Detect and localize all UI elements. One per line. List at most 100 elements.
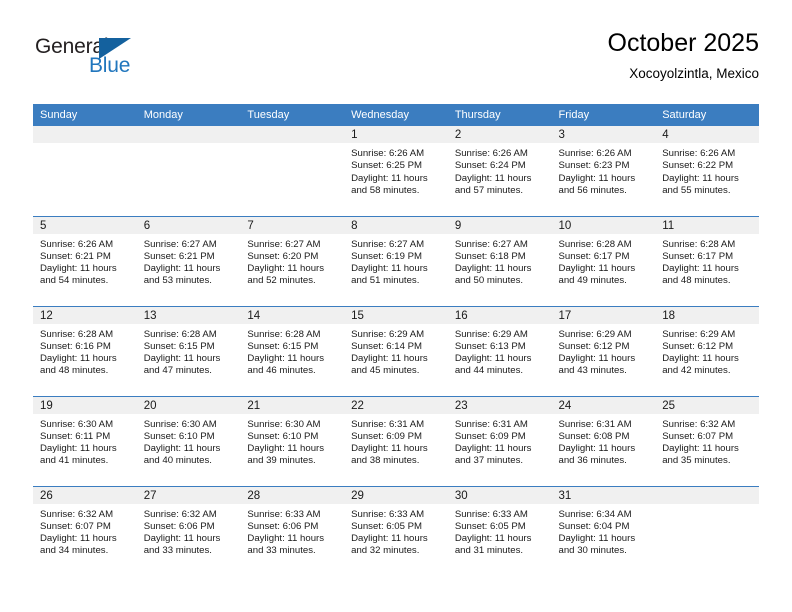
calendar-day-cell[interactable]: 22 Sunrise: 6:31 AM Sunset: 6:09 PM Dayligh… (344, 395, 448, 486)
daylight-text-line1: Daylight: 11 hours (143, 263, 221, 275)
calendar-week-row: 19 Sunrise: 6:30 AM Sunset: 6:11 PM Dayligh… (33, 395, 759, 486)
daylight-text-line1: Daylight: 11 hours (558, 263, 636, 275)
sunset-text: Sunset: 6:05 PM (351, 520, 423, 532)
calendar-day-cell[interactable]: 5 Sunrise: 6:26 AM Sunset: 6:21 PM Daylight… (33, 215, 137, 306)
sunset-text: Sunset: 6:07 PM (40, 520, 111, 532)
calendar-week-row: 26 Sunrise: 6:32 AM Sunset: 6:07 PM Dayligh… (33, 485, 759, 576)
calendar-day-cell[interactable]: 25 Sunrise: 6:32 AM Sunset: 6:07 PM Dayligh… (655, 395, 759, 486)
sunset-text: Sunset: 6:05 PM (454, 520, 526, 532)
day-number: 7 (240, 217, 345, 234)
calendar-day-cell[interactable]: 14 Sunrise: 6:28 AM Sunset: 6:15 PM Dayligh… (240, 305, 345, 396)
daylight-text-line2: and 47 minutes. (143, 365, 212, 377)
calendar-day-cell[interactable]: 9 Sunrise: 6:27 AM Sunset: 6:18 PM Daylight… (447, 215, 552, 306)
calendar-week-row: 1 Sunrise: 6:26 AM Sunset: 6:25 PM Daylight… (33, 126, 759, 216)
calendar-day-cell[interactable]: 7 Sunrise: 6:27 AM Sunset: 6:20 PM Daylight… (240, 215, 345, 306)
page-title: October 2025 (607, 29, 760, 57)
calendar-day-cell[interactable]: 18 Sunrise: 6:29 AM Sunset: 6:12 PM Dayligh… (655, 305, 759, 396)
daylight-text-line1: Daylight: 11 hours (40, 353, 117, 365)
daylight-text-line1: Daylight: 11 hours (247, 443, 325, 455)
daylight-text-line1: Daylight: 11 hours (143, 443, 221, 455)
calendar-day-cell[interactable]: 27 Sunrise: 6:32 AM Sunset: 6:06 PM Dayligh… (136, 485, 241, 576)
sunset-text: Sunset: 6:06 PM (143, 520, 215, 532)
calendar-day-cell[interactable]: 1 Sunrise: 6:26 AM Sunset: 6:25 PM Daylight… (344, 126, 448, 216)
sunset-text: Sunset: 6:11 PM (40, 430, 111, 442)
calendar-day-cell[interactable]: 24 Sunrise: 6:31 AM Sunset: 6:08 PM Dayligh… (551, 395, 656, 486)
day-details: Sunrise: 6:29 AM Sunset: 6:12 PM Daylight:… (655, 324, 759, 378)
day-number: 15 (344, 307, 448, 324)
daylight-text-line2: and 55 minutes. (662, 184, 731, 196)
sunrise-text: Sunrise: 6:29 AM (662, 328, 736, 340)
day-details: Sunrise: 6:28 AM Sunset: 6:15 PM Daylight:… (137, 324, 241, 378)
day-number: 27 (136, 487, 241, 504)
day-details: Sunrise: 6:34 AM Sunset: 6:04 PM Daylight:… (552, 504, 656, 558)
calendar-day-cell[interactable]: 23 Sunrise: 6:31 AM Sunset: 6:09 PM Dayligh… (447, 395, 552, 486)
daylight-text-line1: Daylight: 11 hours (558, 353, 636, 365)
daylight-text-line1: Daylight: 11 hours (143, 533, 221, 545)
weekday-header-wednesday: Wednesday (344, 104, 448, 126)
calendar-day-cell[interactable]: 28 Sunrise: 6:33 AM Sunset: 6:06 PM Dayligh… (240, 485, 345, 576)
calendar-day-cell[interactable]: 4 Sunrise: 6:26 AM Sunset: 6:22 PM Daylight… (655, 126, 759, 216)
sunset-text: Sunset: 6:22 PM (662, 160, 734, 172)
daylight-text-line2: and 58 minutes. (351, 184, 420, 196)
daylight-text-line1: Daylight: 11 hours (454, 533, 532, 545)
day-details: Sunrise: 6:28 AM Sunset: 6:15 PM Daylight:… (240, 324, 344, 378)
calendar-day-cell[interactable]: 19 Sunrise: 6:30 AM Sunset: 6:11 PM Dayligh… (33, 395, 137, 486)
page-subtitle: Xocoyolzintla, Mexico (629, 66, 759, 81)
calendar-day-cell[interactable]: 6 Sunrise: 6:27 AM Sunset: 6:21 PM Daylight… (136, 215, 241, 306)
sunrise-text: Sunrise: 6:26 AM (40, 238, 114, 250)
sunset-text: Sunset: 6:19 PM (351, 250, 423, 262)
calendar-day-cell[interactable]: 31 Sunrise: 6:34 AM Sunset: 6:04 PM Dayligh… (551, 485, 656, 576)
sunset-text: Sunset: 6:10 PM (247, 430, 319, 442)
sunset-text: Sunset: 6:15 PM (247, 340, 319, 352)
calendar-day-cell[interactable]: 2 Sunrise: 6:26 AM Sunset: 6:24 PM Daylight… (447, 126, 552, 216)
sunrise-text: Sunrise: 6:29 AM (558, 328, 632, 340)
sunrise-text: Sunrise: 6:30 AM (247, 418, 321, 430)
sunset-text: Sunset: 6:09 PM (454, 430, 526, 442)
calendar-day-cell[interactable]: 30 Sunrise: 6:33 AM Sunset: 6:05 PM Dayligh… (447, 485, 552, 576)
calendar-day-cell[interactable]: 17 Sunrise: 6:29 AM Sunset: 6:12 PM Dayligh… (551, 305, 656, 396)
calendar-day-cell[interactable]: 13 Sunrise: 6:28 AM Sunset: 6:15 PM Dayligh… (136, 305, 241, 396)
day-number: 6 (136, 217, 241, 234)
calendar-day-cell[interactable]: 10 Sunrise: 6:28 AM Sunset: 6:17 PM Dayligh… (551, 215, 656, 306)
sunrise-text: Sunrise: 6:26 AM (454, 148, 528, 159)
day-details: Sunrise: 6:27 AM Sunset: 6:20 PM Daylight:… (240, 234, 344, 288)
day-details: Sunrise: 6:27 AM Sunset: 6:21 PM Daylight:… (137, 234, 241, 288)
calendar-day-cell[interactable]: 15 Sunrise: 6:29 AM Sunset: 6:14 PM Dayligh… (344, 305, 448, 396)
daylight-text-line1: Daylight: 11 hours (40, 263, 117, 275)
day-number: 13 (136, 307, 241, 324)
calendar-day-cell[interactable]: 16 Sunrise: 6:29 AM Sunset: 6:13 PM Dayligh… (447, 305, 552, 396)
calendar-day-cell[interactable]: 21 Sunrise: 6:30 AM Sunset: 6:10 PM Dayligh… (240, 395, 345, 486)
day-number: 10 (551, 217, 656, 234)
daylight-text-line2: and 35 minutes. (662, 455, 731, 467)
daylight-text-line2: and 49 minutes. (558, 275, 627, 287)
calendar-body: 1 Sunrise: 6:26 AM Sunset: 6:25 PM Daylight… (33, 126, 759, 576)
calendar-day-cell[interactable]: 20 Sunrise: 6:30 AM Sunset: 6:10 PM Dayligh… (136, 395, 241, 486)
daylight-text-line2: and 44 minutes. (454, 365, 524, 377)
daylight-text-line2: and 46 minutes. (247, 365, 316, 377)
page-header: General Blue October 2025 Xocoyolzintla,… (33, 28, 759, 98)
sunset-text: Sunset: 6:25 PM (351, 160, 423, 172)
calendar-day-cell[interactable]: 12 Sunrise: 6:28 AM Sunset: 6:16 PM Dayligh… (33, 305, 137, 396)
day-details: Sunrise: 6:33 AM Sunset: 6:05 PM Daylight:… (448, 504, 552, 558)
day-details: Sunrise: 6:31 AM Sunset: 6:09 PM Daylight:… (344, 414, 448, 468)
daylight-text-line1: Daylight: 11 hours (40, 443, 117, 455)
sunrise-text: Sunrise: 6:31 AM (454, 418, 528, 430)
sunrise-text: Sunrise: 6:34 AM (558, 508, 632, 520)
daylight-text-line2: and 57 minutes. (454, 184, 524, 196)
calendar-cell-empty (33, 126, 137, 216)
daylight-text-line1: Daylight: 11 hours (662, 263, 739, 275)
calendar-day-cell[interactable]: 26 Sunrise: 6:32 AM Sunset: 6:07 PM Dayligh… (33, 485, 137, 576)
day-number: 5 (33, 217, 137, 234)
day-details: Sunrise: 6:32 AM Sunset: 6:07 PM Daylight:… (655, 414, 759, 468)
day-number: 12 (33, 307, 137, 324)
daylight-text-line2: and 32 minutes. (351, 545, 420, 557)
calendar-day-cell[interactable]: 11 Sunrise: 6:28 AM Sunset: 6:17 PM Dayligh… (655, 215, 759, 306)
day-details: Sunrise: 6:29 AM Sunset: 6:12 PM Daylight:… (552, 324, 656, 378)
calendar-week-row: 5 Sunrise: 6:26 AM Sunset: 6:21 PM Daylight… (33, 215, 759, 306)
calendar-day-cell[interactable]: 29 Sunrise: 6:33 AM Sunset: 6:05 PM Dayligh… (344, 485, 448, 576)
weekday-header-row: Sunday Monday Tuesday Wednesday Thursday… (33, 104, 759, 126)
day-details: Sunrise: 6:30 AM Sunset: 6:10 PM Daylight:… (137, 414, 241, 468)
calendar-day-cell[interactable]: 8 Sunrise: 6:27 AM Sunset: 6:19 PM Daylight… (344, 215, 448, 306)
calendar-day-cell[interactable]: 3 Sunrise: 6:26 AM Sunset: 6:23 PM Daylight… (551, 126, 656, 216)
calendar-page: General Blue October 2025 Xocoyolzintla,… (0, 0, 792, 612)
